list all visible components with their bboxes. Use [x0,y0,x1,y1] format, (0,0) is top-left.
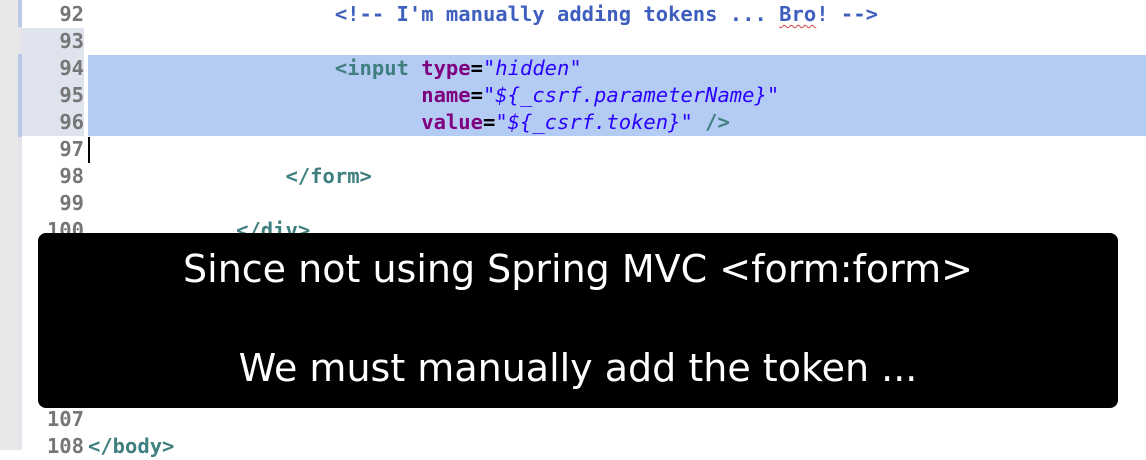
line-number: 108 [46,434,84,458]
code-token: type [421,56,471,80]
code-token: value [421,110,483,134]
text-caret [88,137,90,163]
line-number: 94 [22,55,84,82]
line-number: 95 [22,82,84,109]
line-number: 93 [22,28,84,55]
caption-line-2: We must manually add the token ... [238,346,918,390]
line-number: 96 [22,109,84,136]
code-line[interactable]: 95 name="${_csrf.parameterName}" [22,82,1146,109]
code-token: = [470,83,483,107]
code-text[interactable] [88,406,1146,433]
code-text[interactable]: value="${_csrf.token}" /> [88,109,1146,136]
line-number: 97 [59,137,84,161]
caption-line-1: Since not using Spring MVC <form:form> [183,247,973,291]
code-line[interactable]: 96 value="${_csrf.token}" /> [22,109,1146,136]
code-token: <!-- I'm manually adding tokens ... [334,2,780,26]
code-text[interactable] [88,28,1146,55]
code-text[interactable]: </body> [88,433,1146,460]
code-token: <input [334,56,422,80]
code-token: ! --> [816,2,878,26]
line-number: 98 [59,164,84,188]
code-line[interactable]: 92 <!-- I'm manually adding tokens ... B… [22,1,1146,28]
line-number: 99 [59,191,84,215]
code-line[interactable]: 98 </form> [22,163,1146,190]
code-line[interactable]: 97 [22,136,1146,163]
code-token: "hidden" [482,56,582,80]
code-token: name [421,83,471,107]
code-token: "${_csrf.parameterName}" [482,83,780,107]
code-text[interactable]: name="${_csrf.parameterName}" [88,82,1146,109]
code-line[interactable]: 99 [22,190,1146,217]
code-line[interactable]: 94 <input type="hidden" [22,55,1146,82]
code-line[interactable]: 93 [22,28,1146,55]
code-text[interactable] [88,190,1146,217]
code-token: Bro [779,2,817,26]
editor-left-ruler [0,0,19,450]
code-text[interactable]: <!-- I'm manually adding tokens ... Bro!… [88,1,1146,28]
code-text[interactable]: <input type="hidden" [88,55,1146,82]
code-token: = [482,110,496,134]
line-number: 92 [59,2,84,26]
code-text[interactable] [88,136,1146,163]
code-token: </form> [285,164,372,188]
line-number: 107 [46,407,84,431]
code-token: /> [692,110,730,134]
code-token: </body> [88,434,175,458]
code-text[interactable]: </form> [88,163,1146,190]
code-line[interactable]: 107 [22,406,1146,433]
code-line[interactable]: 108 </body> [22,433,1146,460]
code-token: = [470,56,483,80]
code-token: "${_csrf.token}" [495,110,693,134]
video-caption-overlay: Since not using Spring MVC <form:form> W… [38,233,1118,408]
